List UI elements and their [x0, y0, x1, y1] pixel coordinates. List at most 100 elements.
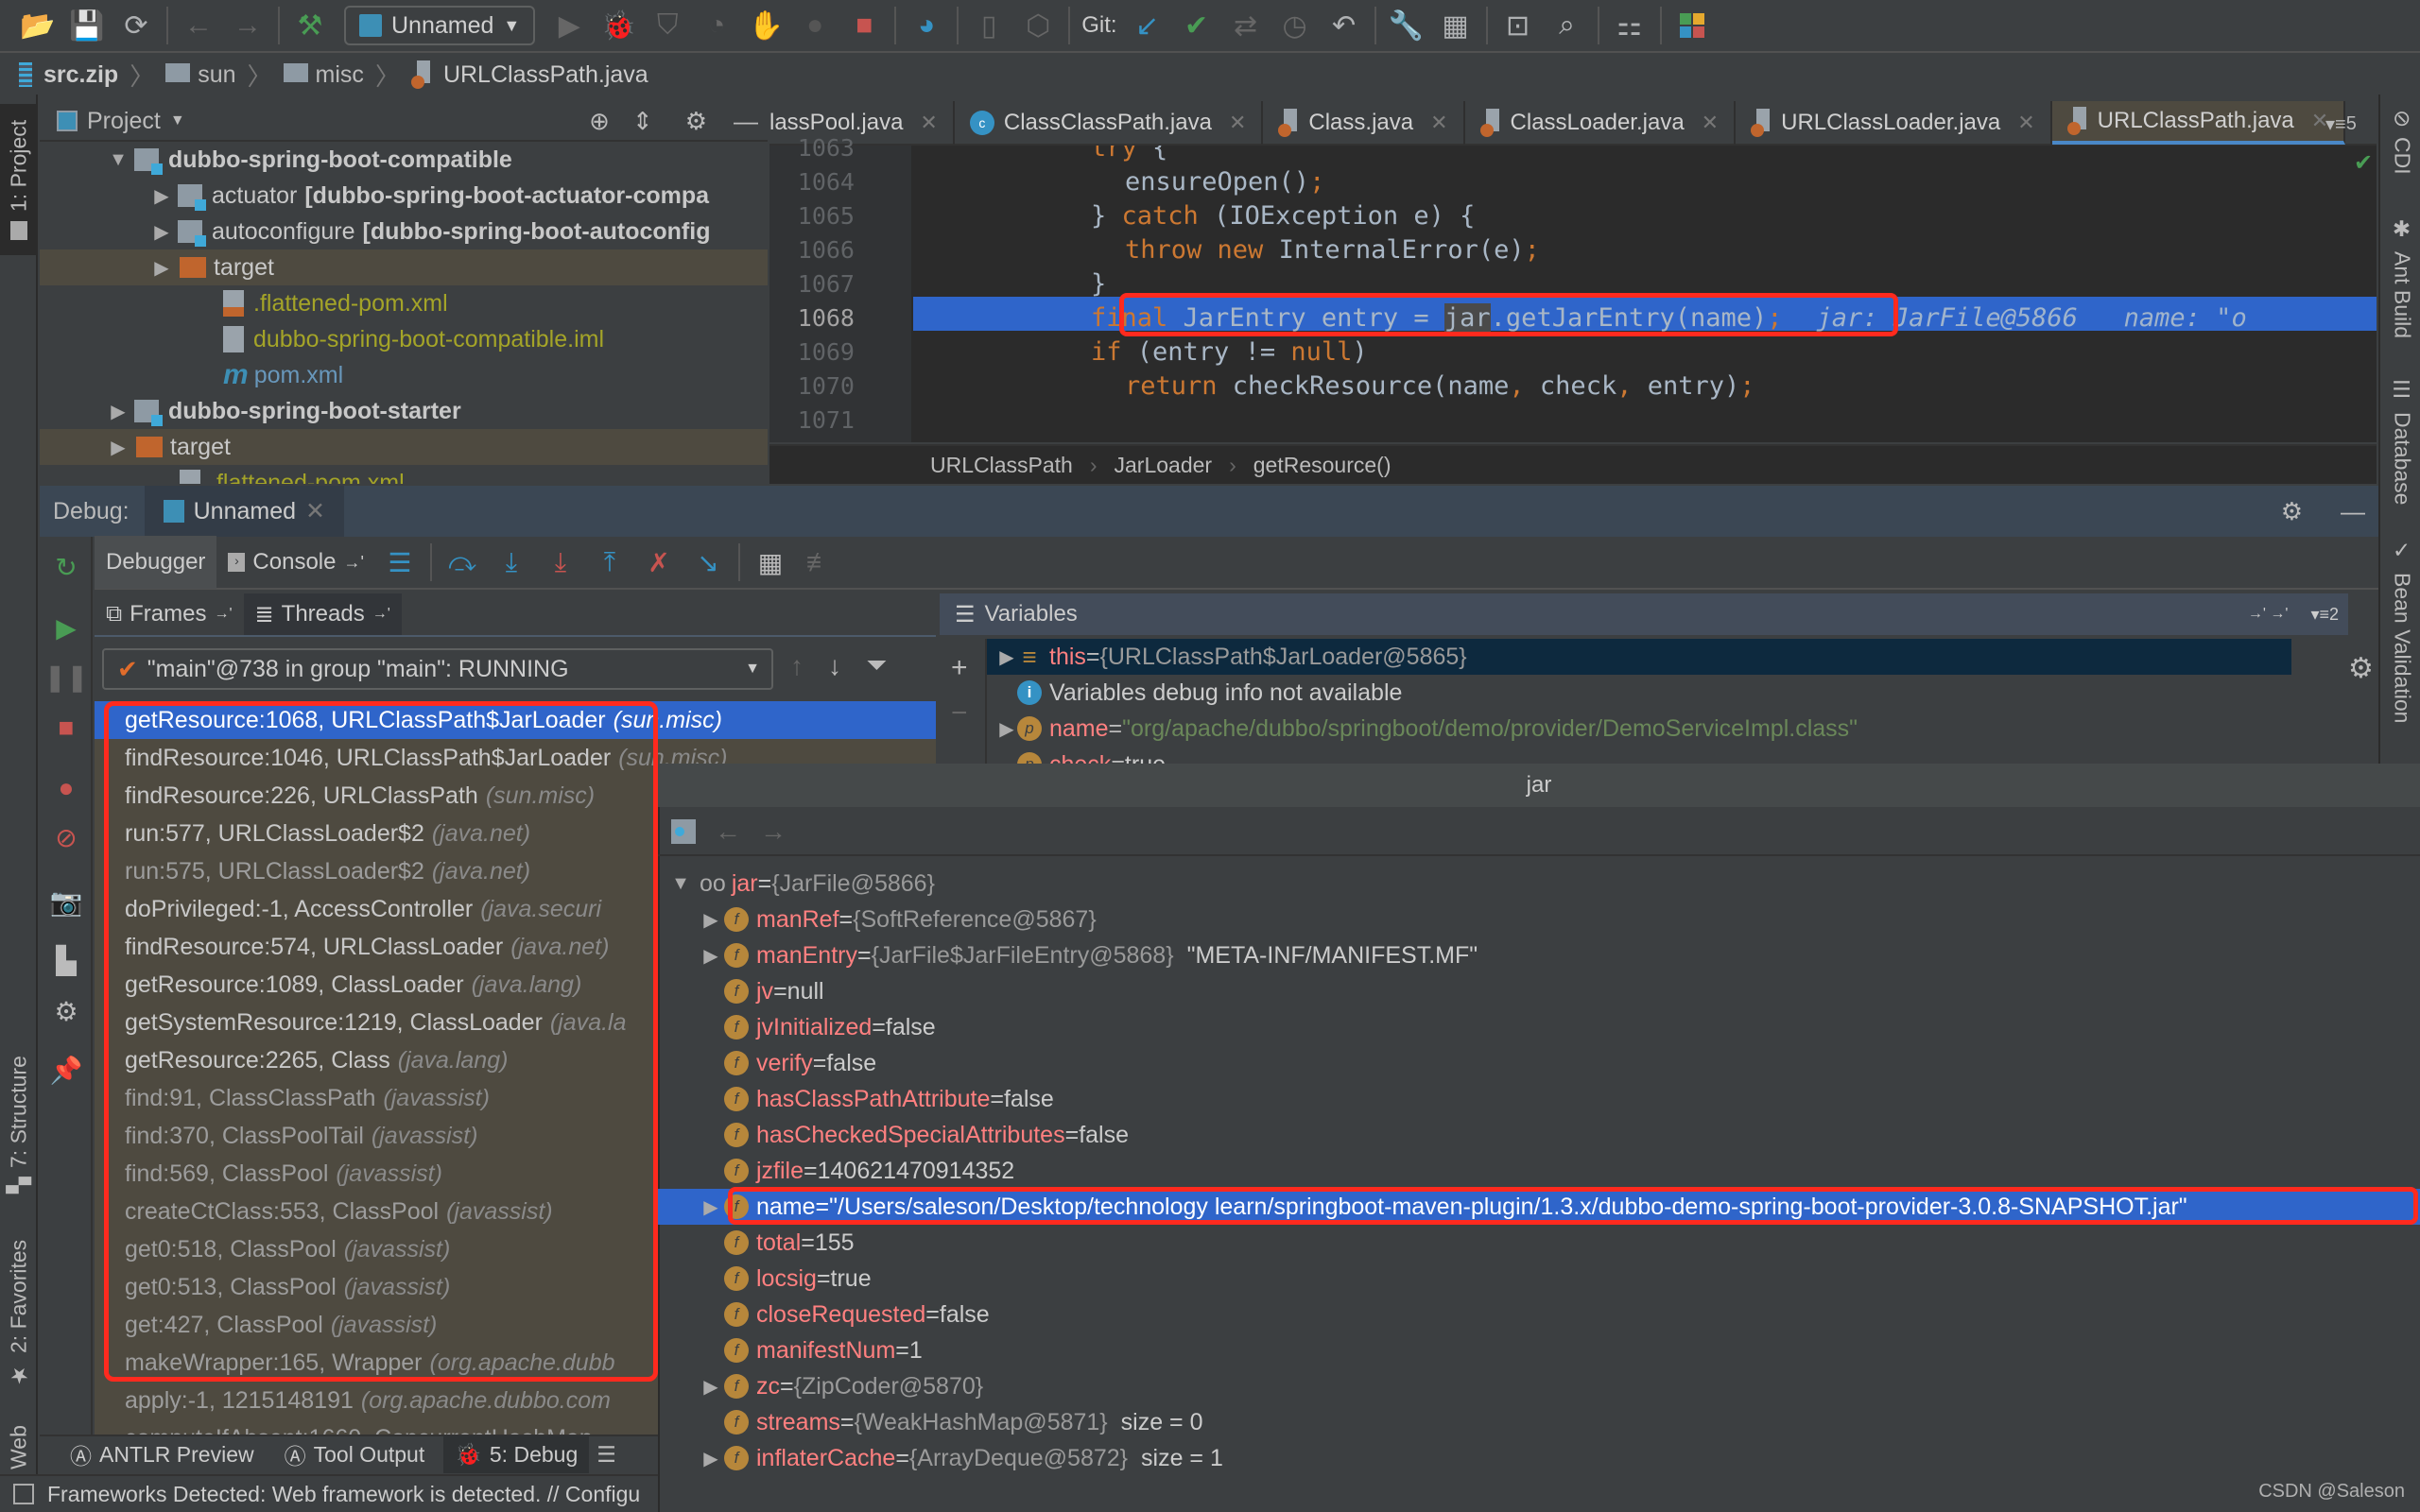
object-field-row[interactable]: f streams = {WeakHashMap@5871} size = 0 — [658, 1404, 2420, 1440]
stop-icon[interactable]: ■ — [49, 711, 83, 745]
pin-tab-icon[interactable]: →' →' — [2248, 606, 2289, 623]
git-rollback-icon[interactable]: ↶ — [1320, 5, 1369, 46]
drop-frame-icon[interactable]: ✗ — [634, 541, 683, 583]
collapsed-arrow-icon[interactable]: ▶ — [151, 256, 172, 280]
android-device-icon[interactable]: ▯ — [964, 5, 1013, 46]
collapse-arrow-icon[interactable]: ▼ — [667, 873, 694, 895]
close-icon[interactable]: ✕ — [305, 497, 325, 525]
tree-node[interactable]: ▼ dubbo-spring-boot-compatible — [40, 142, 768, 178]
collapsed-arrow-icon[interactable]: ▶ — [151, 220, 172, 244]
project-view-selector[interactable]: Project — [87, 108, 161, 135]
code-line[interactable]: if (entry != null) — [1091, 335, 1368, 369]
pin-tab-icon[interactable]: →' — [214, 606, 232, 623]
forward-icon[interactable]: → — [223, 5, 272, 46]
object-field-row[interactable]: f closeRequested = false — [658, 1297, 2420, 1332]
tab-threads[interactable]: ≣ Threads →' — [243, 593, 402, 635]
object-field-row[interactable]: f total = 155 — [658, 1225, 2420, 1261]
force-step-into-icon[interactable]: ⤓ — [536, 541, 585, 583]
editor-tab[interactable]: URLClassLoader.java ✕ — [1736, 101, 2052, 145]
expand-arrow-icon[interactable]: ▶ — [698, 944, 724, 968]
expanded-arrow-icon[interactable]: ▼ — [108, 149, 129, 171]
bottom-tab[interactable]: Ⓐ Tool Output — [273, 1435, 437, 1473]
expand-arrow-icon[interactable]: ▶ — [698, 1447, 724, 1470]
run-to-cursor-icon[interactable]: ↘ — [683, 541, 733, 583]
object-field-row[interactable]: ▶ f name = "/Users/saleson/Desktop/technol… — [658, 1189, 2420, 1225]
object-field-row[interactable]: f jv = null — [658, 973, 2420, 1009]
locate-icon[interactable]: ⊕ — [589, 107, 610, 136]
tree-node[interactable]: .flattened-pom.xml — [40, 465, 768, 484]
variable-row[interactable]: ▶ p name = "org/apache/dubbo/springboot/de… — [987, 711, 2291, 747]
tree-node[interactable]: ▶ autoconfigure [dubbo-spring-boot-autocon… — [40, 214, 768, 249]
tree-node[interactable]: ▶ target — [40, 429, 768, 465]
remove-watch-icon[interactable]: − — [951, 697, 968, 730]
chevron-down-icon[interactable]: ▼ — [170, 112, 185, 129]
close-tab-icon[interactable]: ✕ — [1229, 111, 1246, 135]
terminal-icon[interactable]: ⊡ — [1494, 5, 1543, 46]
object-field-row[interactable]: ▶ f manEntry = {JarFile$JarFileEntry@5868}… — [658, 937, 2420, 973]
collapsed-arrow-icon[interactable]: ▶ — [151, 184, 172, 208]
code-line[interactable]: final JarEntry entry = jar .getJarEntry(n… — [1091, 301, 2247, 335]
sdk-manager-icon[interactable]: ⬡ — [1013, 5, 1063, 46]
expand-arrow-icon[interactable]: ▶ — [698, 1195, 724, 1219]
object-field-row[interactable]: ▶ f inflaterCache = {ArrayDeque@5872} size … — [658, 1440, 2420, 1476]
tab-overflow-button[interactable]: ▾≡ 5 — [2325, 102, 2357, 146]
git-compare-icon[interactable]: ⇄ — [1221, 5, 1270, 46]
collapse-all-icon[interactable]: ⇕ — [632, 107, 653, 136]
profile-icon[interactable]: ◔ — [692, 5, 741, 46]
object-tree-root[interactable]: ▼ oo jar = {JarFile@5866} — [658, 866, 2420, 902]
camera-icon[interactable]: 📷 — [49, 885, 83, 919]
tab-console[interactable]: › Console →' — [216, 536, 375, 589]
pause-icon[interactable]: ❚❚ — [44, 660, 89, 694]
project-structure-icon[interactable]: ▦ — [1431, 5, 1480, 46]
rerun-icon[interactable]: ↻ — [49, 550, 83, 584]
mute-breakpoints-icon[interactable]: ⊘ — [49, 820, 83, 854]
tree-node[interactable]: ▶ dubbo-spring-boot-starter — [40, 393, 768, 429]
pin-icon[interactable]: 📌 — [49, 1053, 83, 1087]
stop-icon[interactable]: ■ — [839, 5, 889, 46]
expand-arrow-icon[interactable]: ▶ — [698, 1375, 724, 1399]
tool-window-database[interactable]: ☰ Database — [2384, 378, 2420, 505]
filter-icon[interactable]: ⏷ — [866, 650, 887, 681]
collapsed-arrow-icon[interactable]: ▶ — [108, 436, 129, 459]
line-number[interactable]: 1063 — [769, 134, 855, 162]
tool-window-favorites[interactable]: ★ 2: Favorites — [0, 1228, 38, 1399]
step-out-icon[interactable]: ⤒ — [585, 541, 634, 583]
code-line[interactable]: try { — [1091, 146, 1167, 164]
object-field-row[interactable]: ▶ f manRef = {SoftReference@5867} — [658, 902, 2420, 937]
trace-icon[interactable]: ≢ — [795, 541, 844, 583]
step-into-icon[interactable]: ⤓ — [487, 541, 536, 583]
pin-tab-icon[interactable]: →' — [343, 553, 363, 573]
variable-row[interactable]: i Variables debug info not available — [987, 675, 2291, 711]
run-configuration-select[interactable]: Unnamed ▼ — [344, 6, 536, 45]
code-line[interactable]: throw new InternalError(e); — [1125, 232, 1540, 266]
gear-icon[interactable]: ⚙ — [685, 107, 707, 136]
tool-window-ant-build[interactable]: ✱ Ant Build — [2384, 217, 2420, 338]
hide-icon[interactable]: — — [734, 107, 758, 136]
variable-row[interactable]: ▶ ≡ this = {URLClassPath$JarLoader@5865} — [987, 639, 2291, 675]
tree-node[interactable]: ▶ target — [40, 249, 768, 285]
object-field-row[interactable]: f jvInitialized = false — [658, 1009, 2420, 1045]
object-field-row[interactable]: f hasClassPathAttribute = false — [658, 1081, 2420, 1117]
code-line[interactable]: } — [1091, 266, 1106, 301]
pin-tab-icon[interactable]: →' — [372, 606, 390, 623]
search-icon[interactable]: ⌕ — [1543, 5, 1592, 46]
profiler-gauge-icon[interactable]: ◕ — [902, 5, 951, 46]
save-icon[interactable]: 💾 — [62, 5, 112, 46]
tool-window-project[interactable]: 1: Project — [0, 104, 38, 255]
object-field-row[interactable]: f verify = false — [658, 1045, 2420, 1081]
tab-frames[interactable]: ⧉ Frames →' — [95, 593, 244, 635]
gear-icon[interactable]: ⚙ — [2281, 497, 2303, 526]
settings-icon[interactable]: ⚙ — [49, 994, 83, 1028]
pause-gray-icon[interactable]: ● — [790, 5, 839, 46]
view-breakpoints-icon[interactable]: ● — [49, 771, 83, 805]
editor-crumb-item[interactable]: JarLoader — [1115, 453, 1213, 478]
tool-window-bean-validation[interactable]: ✓ Bean Validation — [2384, 539, 2420, 723]
add-watch-icon[interactable]: + — [951, 652, 968, 684]
object-field-row[interactable]: f manifestNum = 1 — [658, 1332, 2420, 1368]
editor-tab[interactable]: c ClassClassPath.java ✕ — [955, 101, 1264, 145]
breadcrumb-item[interactable]: misc — [283, 61, 364, 89]
tool-window-cdi[interactable]: ⊘ CDI — [2384, 110, 2420, 175]
resume-icon[interactable]: ▶ — [49, 610, 83, 644]
step-over-icon[interactable]: ⤼ — [438, 541, 487, 583]
line-number[interactable]: 1065 — [769, 202, 855, 230]
